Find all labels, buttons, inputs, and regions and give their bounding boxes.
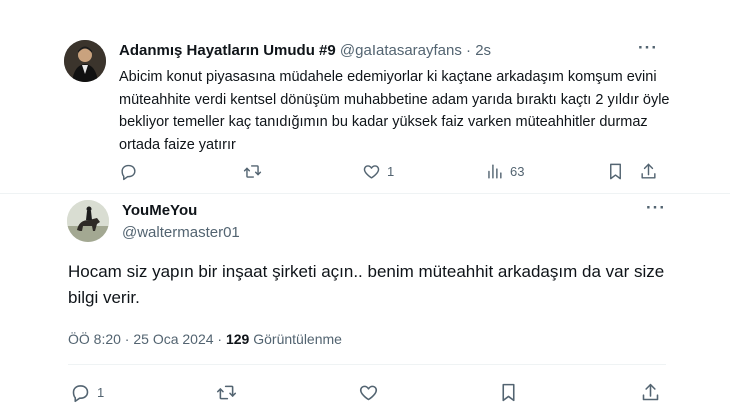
view-count: 129 [225,331,250,347]
author-name[interactable]: YouMeYou [122,202,197,219]
share-icon [642,383,659,401]
share-icon [641,163,656,179]
share-button[interactable] [640,382,661,403]
action-bar: 1 63 [0,160,730,188]
tweet-meta: ÖÖ 8:20 · 25 Oca 2024 · 129 Görüntülenme [68,331,342,347]
tweet-1: Adanmış Hayatların Umudu #9 @gaIatasaray… [0,0,730,194]
bookmark-button[interactable] [606,162,625,181]
views-button[interactable]: 63 [485,162,524,181]
author-handle[interactable]: @waltermaster01 [122,224,240,241]
timestamp[interactable]: ÖÖ 8:20 · 25 Oca 2024 · [68,331,226,347]
tweet-text: Abicim konut piyasasına müdahele edemiyo… [119,69,670,153]
divider [68,364,666,365]
retweet-button[interactable] [243,162,262,181]
share-button[interactable] [639,162,658,181]
avatar[interactable] [67,200,109,242]
retweet-icon [216,385,237,400]
views-label: Görüntülenme [249,331,342,347]
view-count: 63 [510,164,525,179]
avatar[interactable] [64,40,106,82]
tweet-text: Hocam siz yapın bir inşaat şirketi açın.… [68,262,665,307]
bookmark-icon [610,163,621,180]
like-icon [363,165,380,179]
timestamp[interactable]: 2s [475,42,491,59]
views-icon [488,164,502,179]
reply-button[interactable] [119,162,138,181]
action-bar: 1 [0,380,730,408]
like-button[interactable] [358,382,379,403]
reply-icon [72,385,89,403]
tweet-header: Adanmış Hayatların Umudu #9 @gaIatasaray… [119,42,491,59]
author-name[interactable]: Adanmış Hayatların Umudu #9 [119,42,336,59]
retweet-icon [243,165,262,178]
author-handle[interactable]: @gaIatasarayfans [340,42,462,59]
reply-count: 1 [97,385,105,400]
separator: · [466,42,472,59]
like-icon [359,385,378,401]
bookmark-button[interactable] [498,382,519,403]
retweet-button[interactable] [216,382,237,403]
like-count: 1 [387,164,395,179]
reply-icon [121,164,136,181]
more-options-icon[interactable]: ··· [638,38,658,58]
bookmark-icon [502,383,515,402]
like-button[interactable]: 1 [362,162,394,181]
reply-button[interactable]: 1 [70,382,104,403]
more-options-icon[interactable]: ··· [646,198,666,218]
